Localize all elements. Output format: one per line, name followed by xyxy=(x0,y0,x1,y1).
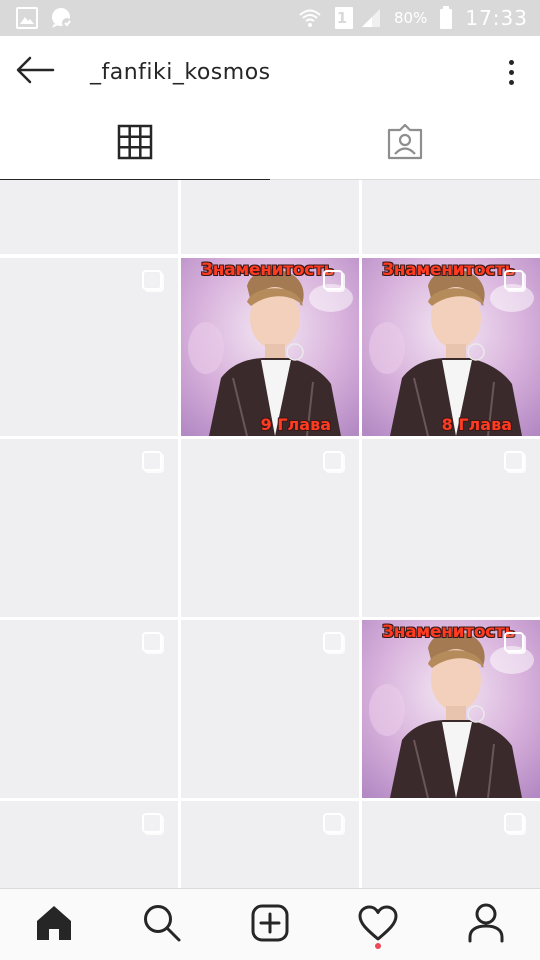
more-options-button[interactable] xyxy=(496,50,526,94)
post-placeholder[interactable] xyxy=(0,180,178,254)
notification-dot xyxy=(375,942,381,949)
more-dot-icon xyxy=(508,59,514,65)
nav-new-post[interactable] xyxy=(240,895,300,955)
battery-percent: 80% xyxy=(394,9,428,27)
status-bar: 1 80% 17:33 xyxy=(0,0,540,36)
back-button[interactable] xyxy=(0,36,70,108)
wifi-icon xyxy=(298,7,322,29)
select-checkbox[interactable] xyxy=(142,451,162,471)
select-checkbox[interactable] xyxy=(504,813,524,833)
chat-bubble-icon xyxy=(50,7,74,29)
post-placeholder[interactable] xyxy=(362,180,540,254)
post-placeholder[interactable] xyxy=(181,439,359,617)
nav-home[interactable] xyxy=(24,895,84,955)
post-placeholder[interactable] xyxy=(181,801,359,888)
status-left xyxy=(16,7,74,29)
post-placeholder[interactable] xyxy=(0,620,178,798)
heart-icon xyxy=(358,905,398,945)
nav-activity[interactable] xyxy=(348,895,408,955)
select-checkbox[interactable] xyxy=(323,451,343,471)
post-placeholder[interactable] xyxy=(362,801,540,888)
select-checkbox[interactable] xyxy=(142,270,162,290)
post-placeholder[interactable] xyxy=(181,180,359,254)
select-checkbox[interactable] xyxy=(504,451,524,471)
post-placeholder[interactable] xyxy=(0,439,178,617)
posts-grid: Знаменитость 9 Глава Знаменитость 8 Глава xyxy=(0,180,540,888)
signal-icon xyxy=(360,7,382,29)
grid-icon xyxy=(117,124,153,164)
bottom-navigation xyxy=(0,888,540,960)
post-placeholder[interactable] xyxy=(0,801,178,888)
select-checkbox[interactable] xyxy=(323,270,343,290)
select-checkbox[interactable] xyxy=(323,632,343,652)
add-post-icon xyxy=(251,904,289,946)
nav-search[interactable] xyxy=(132,895,192,955)
select-checkbox[interactable] xyxy=(323,813,343,833)
post-thumbnail[interactable]: Знаменитость 9 Глава xyxy=(181,258,359,436)
select-checkbox[interactable] xyxy=(504,270,524,290)
tagged-user-icon xyxy=(386,123,424,165)
profile-username: _fanfiki_kosmos xyxy=(90,59,271,85)
select-checkbox[interactable] xyxy=(142,813,162,833)
post-placeholder[interactable] xyxy=(0,258,178,436)
status-right: 1 80% 17:33 xyxy=(298,6,528,30)
status-time: 17:33 xyxy=(465,6,528,30)
nav-profile[interactable] xyxy=(456,895,516,955)
post-placeholder[interactable] xyxy=(362,439,540,617)
profile-header: _fanfiki_kosmos xyxy=(0,36,540,108)
battery-icon xyxy=(439,6,453,30)
sim-label: 1 xyxy=(336,9,348,27)
tab-tagged[interactable] xyxy=(270,108,540,180)
profile-tabs xyxy=(0,108,540,181)
back-arrow-icon xyxy=(15,55,55,89)
post-placeholder[interactable] xyxy=(181,620,359,798)
select-checkbox[interactable] xyxy=(142,632,162,652)
thumbnail-chapter: 8 Глава xyxy=(441,415,512,434)
search-icon xyxy=(142,903,182,947)
gallery-icon xyxy=(16,7,38,29)
post-thumbnail[interactable]: Знаменитость 8 Глава xyxy=(362,258,540,436)
tab-grid[interactable] xyxy=(0,108,270,181)
more-dot-icon xyxy=(508,69,514,75)
home-icon xyxy=(34,903,74,947)
more-dot-icon xyxy=(508,79,514,85)
thumbnail-chapter: 9 Глава xyxy=(260,415,331,434)
select-checkbox[interactable] xyxy=(504,632,524,652)
profile-icon xyxy=(467,903,505,947)
post-thumbnail[interactable]: Знаменитость xyxy=(362,620,540,798)
